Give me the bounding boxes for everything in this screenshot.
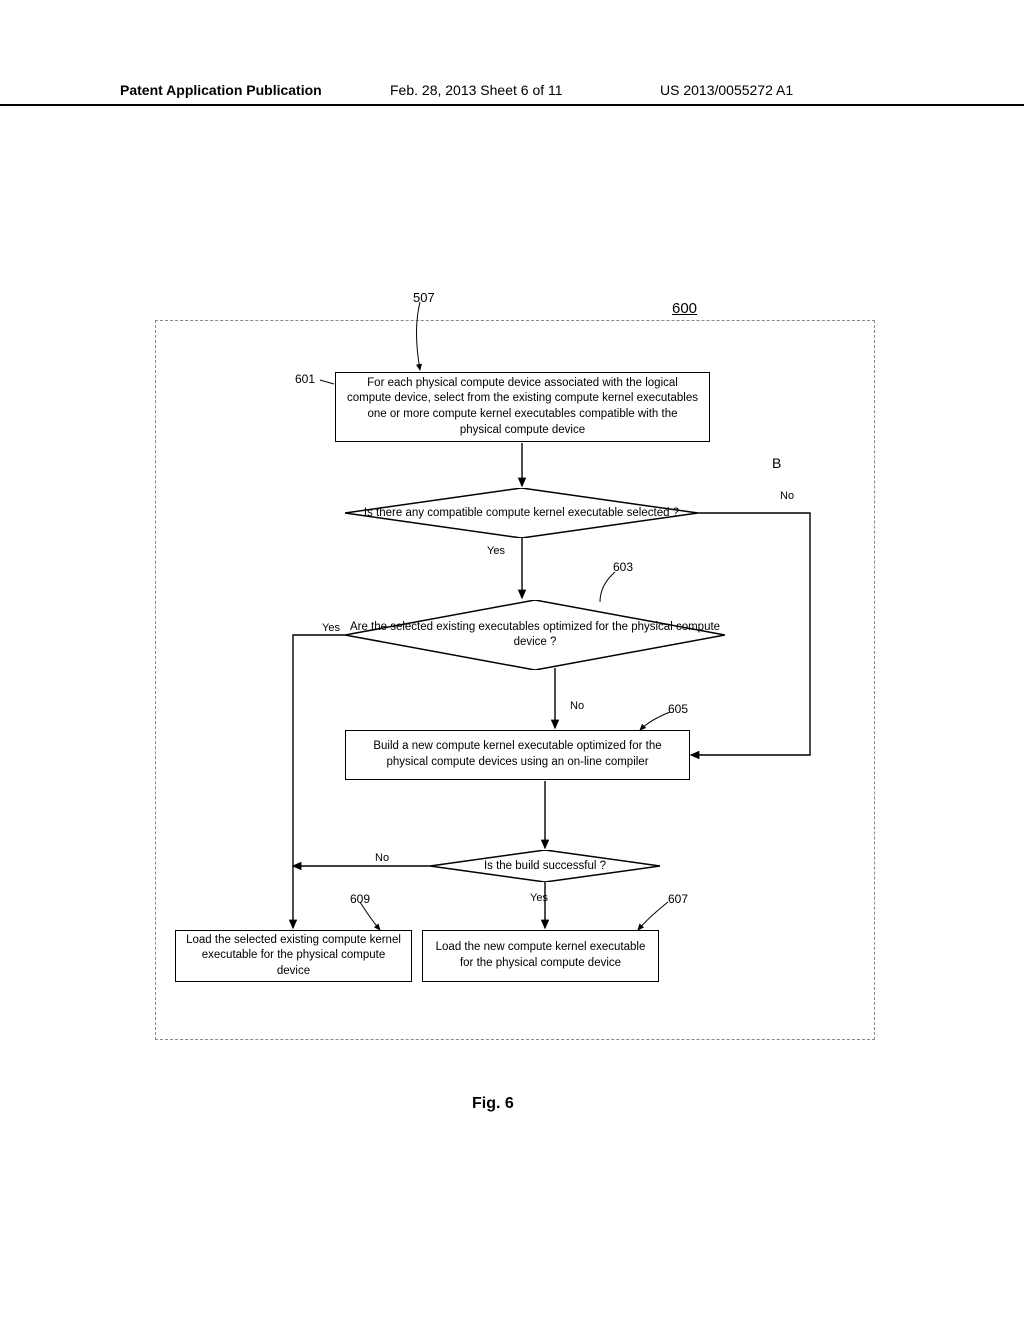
decision-3: Is the build successful ? [430, 850, 660, 882]
decision-1: Is there any compatible compute kernel e… [345, 488, 698, 538]
decision-2-text: Are the selected existing executables op… [345, 620, 725, 650]
decision-2: Are the selected existing executables op… [345, 600, 725, 670]
figure-caption: Fig. 6 [472, 1095, 514, 1113]
decision-1-text: Is there any compatible compute kernel e… [364, 506, 679, 521]
decision-3-text: Is the build successful ? [484, 859, 606, 874]
